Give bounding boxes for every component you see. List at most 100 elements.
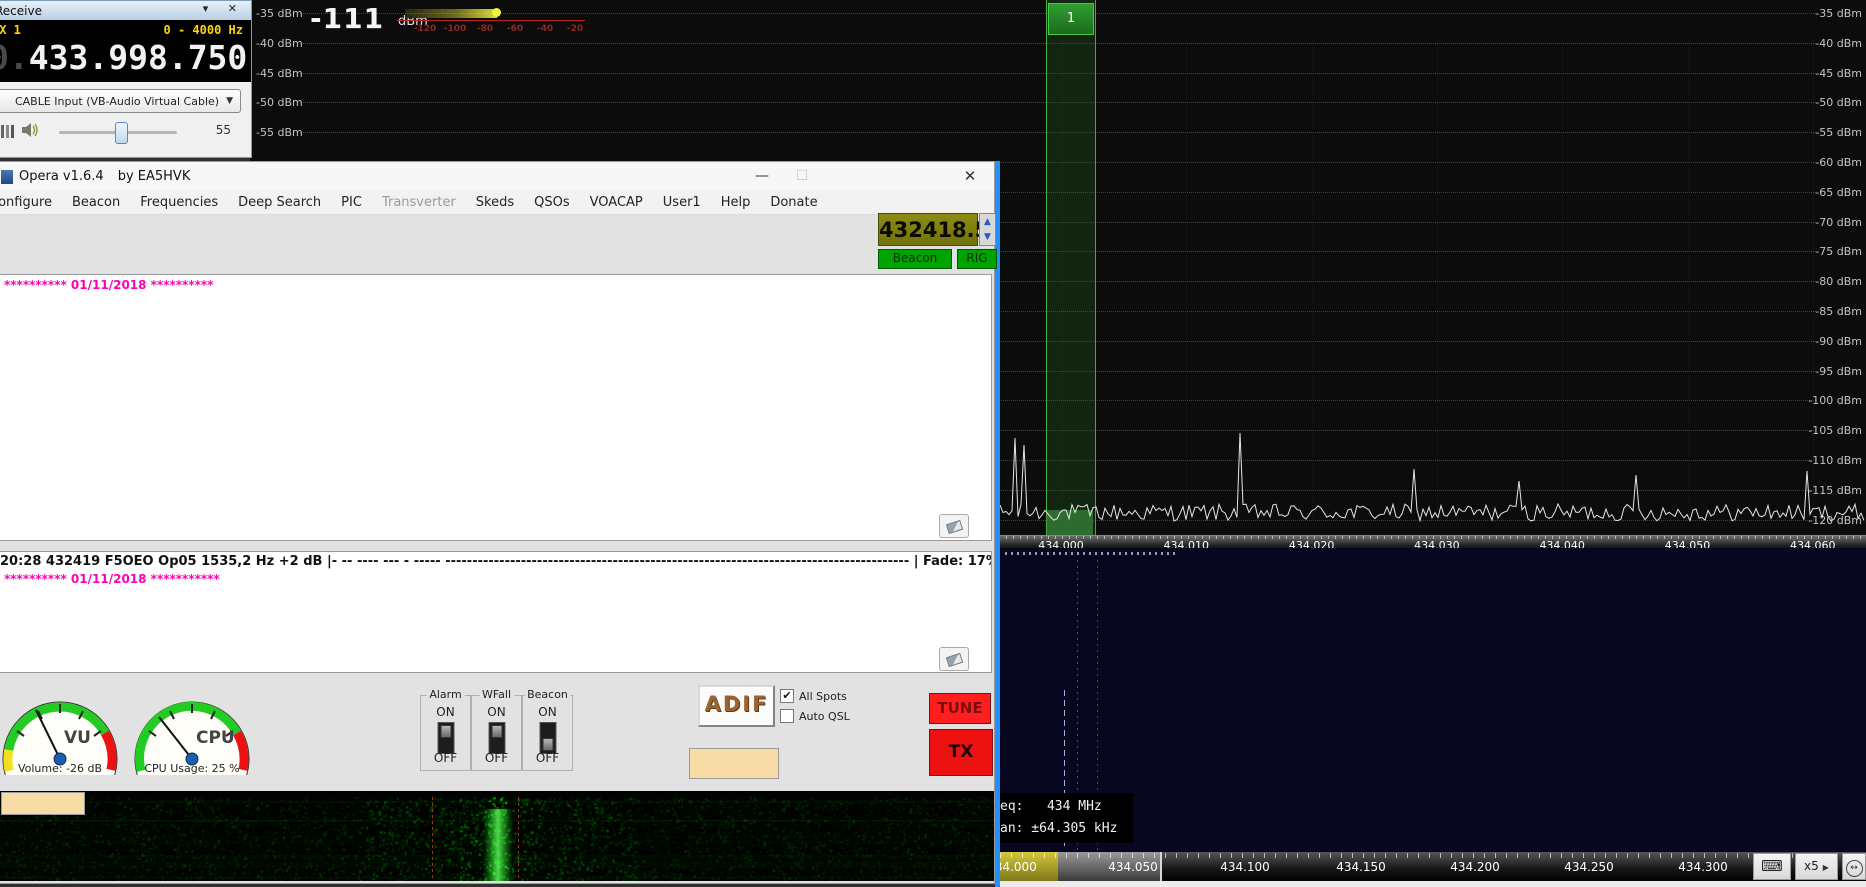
right-axis-label: -40 dBm <box>1802 37 1862 50</box>
dropdown-arrow-icon: ▼ <box>226 96 233 106</box>
menu-configure[interactable]: Configure <box>0 195 62 210</box>
tooltip-span: an: ±64.305 kHz <box>1000 821 1117 836</box>
rig-button[interactable]: RIG <box>957 249 997 269</box>
scale-frequency-label: 434.100 <box>1220 860 1270 874</box>
equalizer-icon[interactable] <box>1 125 14 138</box>
meter-tick-label: -100 <box>444 24 467 34</box>
passband-marker-line <box>518 797 519 881</box>
opera-window[interactable]: Opera v1.6.4 by EA5HVK — ☐ ✕ ConfigureBe… <box>0 161 995 884</box>
keyboard-entry-button[interactable]: ⌨ <box>1753 853 1791 880</box>
menu-pic[interactable]: PIC <box>331 195 372 210</box>
tooltip-freq: eq: 434 MHz <box>1000 799 1102 814</box>
menu-frequencies[interactable]: Frequencies <box>130 195 228 210</box>
volume-slider-thumb[interactable] <box>115 122 128 144</box>
zoom-x5-button[interactable]: x5▶ <box>1795 853 1838 880</box>
rx-frequency-display[interactable]: 0.433.998.750 <box>0 38 247 77</box>
wfall-toggle[interactable] <box>488 722 505 754</box>
menu-deep-search[interactable]: Deep Search <box>228 195 331 210</box>
all-spots-option[interactable]: ✔ All Spots <box>780 689 847 703</box>
channel-badge[interactable]: 1 <box>1048 3 1094 35</box>
close-button[interactable]: ✕ <box>950 162 990 191</box>
opera-waterfall[interactable] <box>0 791 994 881</box>
waterfall-frequency-scale[interactable]: 434.000434.050434.100434.150434.200434.2… <box>1000 852 1866 881</box>
opera-byline: by EA5HVK <box>118 169 191 184</box>
menu-beacon[interactable]: Beacon <box>62 195 130 210</box>
power-reading: -111 <box>310 2 384 35</box>
minimize-button[interactable]: — <box>742 162 782 191</box>
right-axis-label: -60 dBm <box>1802 156 1862 169</box>
beacon-log-panel[interactable]: ********** 01/11/2018 ********** <box>0 274 992 541</box>
toggle-knob <box>542 738 553 751</box>
scale-tickmarks <box>1000 853 1866 858</box>
opera-waterfall-canvas <box>0 791 994 881</box>
eraser-icon <box>946 653 963 667</box>
menu-transverter[interactable]: Transverter <box>372 195 466 210</box>
tune-button[interactable]: TUNE <box>929 693 991 724</box>
log-date-header: ********** 01/11/2018 *********** <box>0 569 991 586</box>
opera-titlebar[interactable]: Opera v1.6.4 by EA5HVK — ☐ ✕ <box>0 162 994 191</box>
right-axis-label: -50 dBm <box>1802 96 1862 109</box>
on-label: ON <box>523 705 572 719</box>
receive-title: Receive <box>0 4 42 18</box>
frequency-spinner[interactable]: ▲ ▼ <box>979 213 996 246</box>
frequency-lcd: RX 1 0 - 4000 Hz 0.433.998.750 <box>0 20 251 82</box>
scale-frequency-label: 434.200 <box>1450 860 1500 874</box>
menu-donate[interactable]: Donate <box>760 195 827 210</box>
right-axis-label: -35 dBm <box>1802 7 1862 20</box>
receive-titlebar[interactable]: Receive ▾ ✕ <box>0 1 251 20</box>
audio-device-dropdown[interactable]: CABLE Input (VB-Audio Virtual Cable) ▼ <box>0 89 241 113</box>
adif-button[interactable]: ADIF <box>698 685 775 727</box>
pan-button[interactable]: ↔ <box>1842 853 1866 880</box>
auto-qsl-option[interactable]: Auto QSL <box>780 709 850 723</box>
tx-button[interactable]: TX <box>929 729 993 776</box>
noise-floor-trace <box>1000 380 1866 552</box>
opera-title: Opera v1.6.4 <box>19 169 104 184</box>
decode-log-panel[interactable]: 20:28 432419 F5OEO Op05 1535,2 Hz +2 dB … <box>0 551 992 673</box>
message-field[interactable] <box>689 748 779 779</box>
alarm-switch-group: AlarmONOFF <box>420 695 471 771</box>
clear-log-button[interactable] <box>939 514 969 538</box>
rx-frequency-digits: 433.998.750 <box>29 38 248 77</box>
eraser-icon <box>946 520 963 534</box>
waterfall-signal-dots <box>1005 552 1177 555</box>
passband-marker-line <box>432 797 433 881</box>
right-axis-label: -70 dBm <box>1802 216 1862 229</box>
scale-frequency-label: 434.050 <box>1108 860 1158 874</box>
receive-window[interactable]: Receive ▾ ✕ RX 1 0 - 4000 Hz 0.433.998.7… <box>0 0 252 158</box>
auto-qsl-checkbox[interactable] <box>780 709 794 723</box>
all-spots-checkbox[interactable]: ✔ <box>780 689 794 703</box>
menu-user1[interactable]: User1 <box>653 195 711 210</box>
menu-skeds[interactable]: Skeds <box>466 195 524 210</box>
auto-qsl-label: Auto QSL <box>799 710 850 723</box>
on-label: ON <box>421 705 470 719</box>
opera-menubar[interactable]: ConfigureBeaconFrequenciesDeep SearchPIC… <box>0 191 994 215</box>
menu-voacap[interactable]: VOACAP <box>580 195 653 210</box>
vu-gauge: VU Volume: -26 dB <box>0 679 125 775</box>
rx-frequency-dim-digits: 0. <box>0 38 29 77</box>
switch-group-label: Alarm <box>426 688 464 701</box>
beacon-button[interactable]: Beacon <box>878 249 952 269</box>
right-axis-label: -45 dBm <box>1802 67 1862 80</box>
off-label: OFF <box>472 751 521 765</box>
spinner-up-icon[interactable]: ▲ <box>980 214 995 230</box>
vu-label: VU <box>64 728 91 748</box>
zoom-level-label: x5 <box>1804 859 1819 873</box>
beacon-switch-group: BeaconONOFF <box>522 695 573 771</box>
dial-frequency-field[interactable]: 432418.5 <box>878 213 978 246</box>
left-axis-label: -35 dBm <box>256 7 303 20</box>
menu-qsos[interactable]: QSOs <box>524 195 580 210</box>
receive-titlebar-buttons[interactable]: ▾ ✕ <box>203 2 245 15</box>
status-field[interactable] <box>1 792 85 815</box>
right-axis-label: -80 dBm <box>1802 275 1862 288</box>
menu-help[interactable]: Help <box>711 195 761 210</box>
maximize-button[interactable]: ☐ <box>782 162 822 191</box>
clear-decode-button[interactable] <box>939 647 969 671</box>
beacon-toggle[interactable] <box>539 722 556 754</box>
toggle-knob <box>440 725 451 738</box>
meter-tick-label: -40 <box>537 24 553 34</box>
switch-group-label: WFall <box>479 688 514 701</box>
alarm-toggle[interactable] <box>437 722 454 754</box>
speaker-icon[interactable] <box>21 122 39 138</box>
right-axis-label: -95 dBm <box>1802 365 1862 378</box>
spinner-down-icon[interactable]: ▼ <box>980 230 995 246</box>
